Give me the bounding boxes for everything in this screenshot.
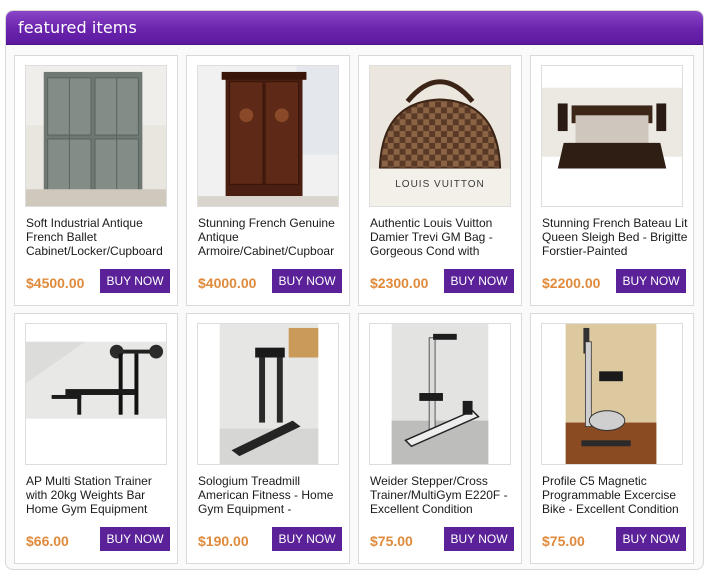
product-title[interactable]: Sologium Treadmill American Fitness - Ho… — [198, 474, 344, 518]
product-title[interactable]: Stunning French Bateau Lit Queen Sleigh … — [542, 216, 688, 260]
panel-title: featured items — [18, 18, 137, 37]
product-image-frame[interactable] — [541, 323, 683, 465]
product-card-2: LOUIS VUITTON Authentic Louis Vuitton Da… — [358, 55, 522, 306]
product-price: $66.00 — [26, 533, 69, 549]
product-title[interactable]: Profile C5 Magnetic Programmable Excerci… — [542, 474, 688, 518]
product-card-1: Stunning French Genuine Antique Armoire/… — [186, 55, 350, 306]
weight-bench-image[interactable] — [26, 324, 166, 464]
product-price: $2300.00 — [370, 275, 429, 291]
product-price: $75.00 — [370, 533, 413, 549]
product-card-7: Profile C5 Magnetic Programmable Excerci… — [530, 313, 694, 564]
treadmill-image[interactable] — [198, 324, 338, 464]
product-title[interactable]: Authentic Louis Vuitton Damier Trevi GM … — [370, 216, 516, 260]
product-card-0: Soft Industrial Antique French Ballet Ca… — [14, 55, 178, 306]
buy-now-button[interactable]: BUY NOW — [100, 269, 170, 293]
product-image-frame[interactable] — [25, 65, 167, 207]
product-price: $2200.00 — [542, 275, 601, 291]
grey-locker-cabinet-image[interactable] — [26, 66, 166, 206]
product-title[interactable]: Stunning French Genuine Antique Armoire/… — [198, 216, 344, 260]
buy-now-button[interactable]: BUY NOW — [272, 269, 342, 293]
bag-logo-text: LOUIS VUITTON — [395, 179, 485, 190]
product-card-6: Weider Stepper/Cross Trainer/MultiGym E2… — [358, 313, 522, 564]
product-title[interactable]: Soft Industrial Antique French Ballet Ca… — [26, 216, 172, 260]
sleigh-bed-image[interactable] — [542, 66, 682, 206]
buy-now-button[interactable]: BUY NOW — [616, 269, 686, 293]
product-image-frame[interactable]: LOUIS VUITTON — [369, 65, 511, 207]
product-price: $4500.00 — [26, 275, 85, 291]
featured-items-panel: featured items Soft Industrial Antique F… — [5, 10, 704, 570]
product-card-5: Sologium Treadmill American Fitness - Ho… — [186, 313, 350, 564]
product-title[interactable]: AP Multi Station Trainer with 20kg Weigh… — [26, 474, 172, 518]
product-title[interactable]: Weider Stepper/Cross Trainer/MultiGym E2… — [370, 474, 516, 518]
product-card-4: AP Multi Station Trainer with 20kg Weigh… — [14, 313, 178, 564]
buy-now-button[interactable]: BUY NOW — [444, 269, 514, 293]
buy-now-button[interactable]: BUY NOW — [272, 527, 342, 551]
product-price: $190.00 — [198, 533, 249, 549]
buy-now-button[interactable]: BUY NOW — [100, 527, 170, 551]
product-price: $4000.00 — [198, 275, 257, 291]
buy-now-button[interactable]: BUY NOW — [616, 527, 686, 551]
product-image-frame[interactable] — [197, 323, 339, 465]
exercise-bike-image[interactable] — [542, 324, 682, 464]
product-image-frame[interactable] — [369, 323, 511, 465]
multigym-image[interactable] — [370, 324, 510, 464]
panel-header: featured items — [6, 11, 703, 45]
product-image-frame[interactable] — [541, 65, 683, 207]
product-card-3: Stunning French Bateau Lit Queen Sleigh … — [530, 55, 694, 306]
buy-now-button[interactable]: BUY NOW — [444, 527, 514, 551]
product-price: $75.00 — [542, 533, 585, 549]
product-image-frame[interactable] — [25, 323, 167, 465]
product-image-frame[interactable] — [197, 65, 339, 207]
wooden-armoire-image[interactable] — [198, 66, 338, 206]
